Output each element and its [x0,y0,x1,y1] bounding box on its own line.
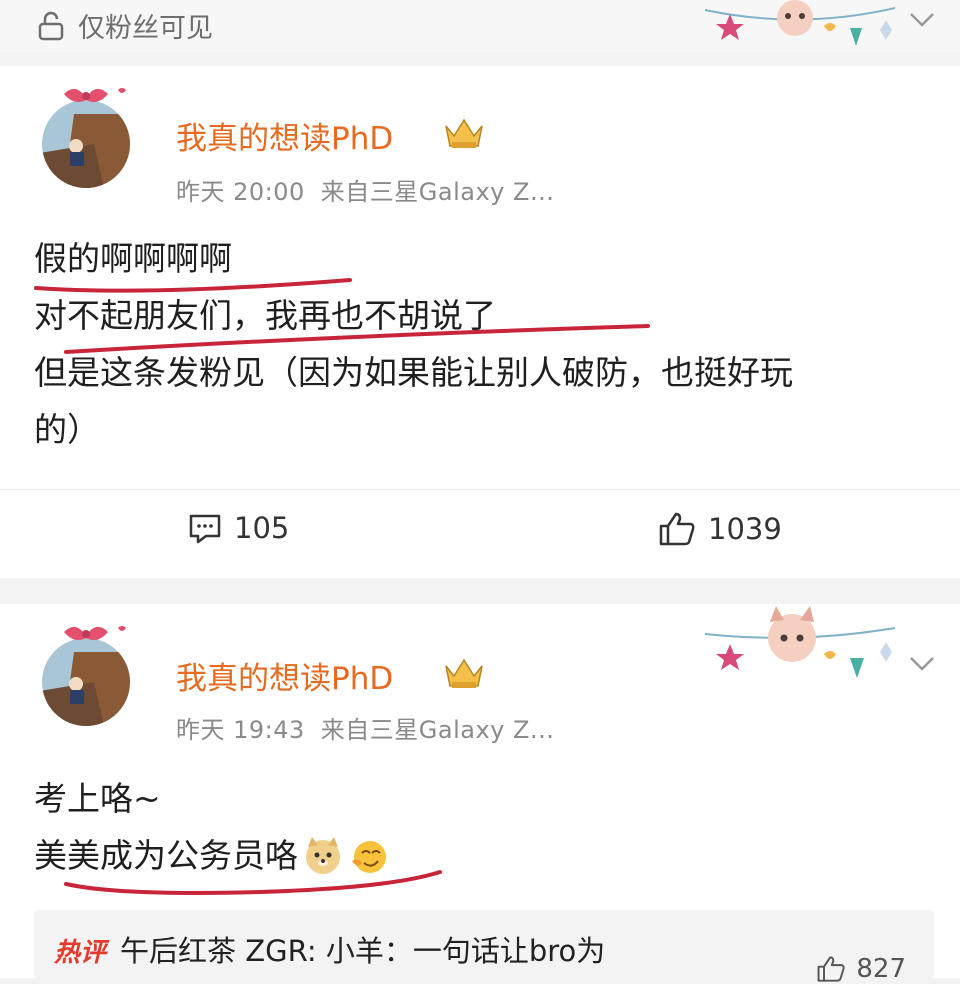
chevron-down-icon[interactable] [908,10,936,30]
post-line: 假的啊啊啊啊 [34,239,232,278]
like-count: 1039 [708,512,782,546]
divider [0,489,960,490]
comment-button[interactable]: 105 [188,511,289,545]
avatar[interactable] [34,84,138,188]
comment-icon [189,514,221,544]
hot-comment-tag: 热评 [54,938,107,968]
username[interactable]: 我真的想读PhD [176,653,393,698]
lock-icon [38,11,64,40]
hot-comment-like[interactable]: 827 [816,954,906,984]
hot-comment-row: 热评 午后红茶 ZGR: 小羊：一句话让bro为 [54,928,605,970]
post-meta: 昨天 19:43 来自三星Galaxy Z... [176,710,554,745]
visibility-label: 仅粉丝可见 [78,13,213,44]
top-bar: 仅粉丝可见 [0,0,960,52]
post-meta: 昨天 20:00 来自三星Galaxy Z... [176,172,554,207]
post-source: 来自三星Galaxy Z... [320,716,555,744]
thumbs-up-icon [659,512,695,546]
post-line: 对不起朋友们，我再也不胡说了 [34,296,496,335]
vip-crown-icon[interactable] [442,112,486,152]
username[interactable]: 我真的想读PhD [176,113,393,158]
post-line-text: 美美成为公务员咯 [34,836,298,875]
post-card[interactable]: 我真的想读PhD 昨天 20:00 来自三星Galaxy Z... 假的啊啊啊啊 … [0,66,960,578]
post-body: 考上咯~ 美美成为公务员咯 [34,770,934,884]
post-time: 昨天 19:43 [176,716,305,744]
like-button[interactable]: 1039 [658,511,782,547]
chevron-down-icon[interactable] [908,654,936,674]
hot-comment[interactable]: 热评 午后红茶 ZGR: 小羊：一句话让bro为 827 [34,910,934,984]
smirk-emoji-icon [352,840,386,873]
post-line: 但是这条发粉见（因为如果能让别人破防，也挺好玩 [34,353,793,392]
comment-count: 105 [234,511,290,545]
post-line: 的） [34,410,100,449]
post-body: 假的啊啊啊啊 对不起朋友们，我再也不胡说了 但是这条发粉见（因为如果能让别人破防… [34,230,934,458]
decoration-garland [704,606,896,678]
hot-comment-like-count: 827 [856,954,906,984]
post-line: 美美成为公务员咯 [34,827,934,884]
hot-comment-text: 午后红茶 ZGR: 小羊：一句话让bro为 [120,934,606,968]
doge-emoji-icon [306,836,340,874]
avatar[interactable] [34,622,138,726]
post-line: 考上咯~ [34,779,161,818]
thumbs-up-icon [817,956,845,982]
visibility-row: 仅粉丝可见 [34,6,213,45]
post-source: 来自三星Galaxy Z... [320,178,555,206]
decoration-garland [704,0,896,46]
post-time: 昨天 20:00 [176,178,305,206]
vip-crown-icon[interactable] [442,652,486,692]
